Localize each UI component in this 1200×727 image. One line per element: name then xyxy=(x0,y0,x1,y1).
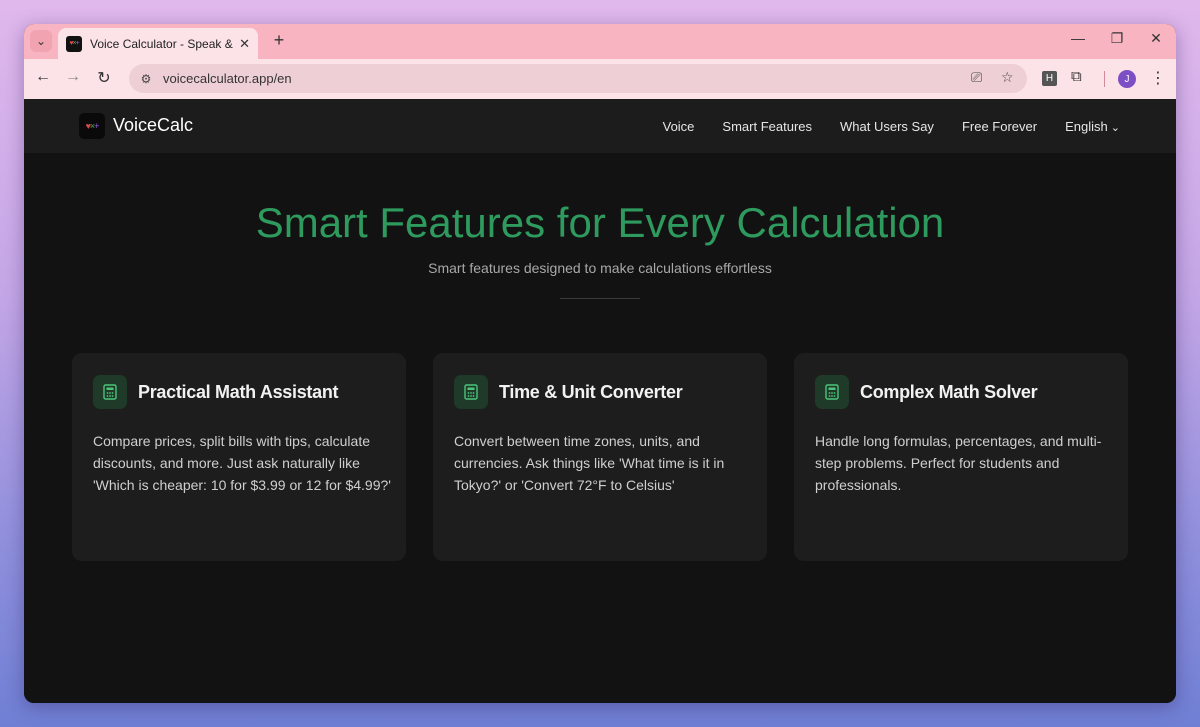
tab-strip: ⌄ ♥×+ Voice Calculator - Speak & Solve ✕… xyxy=(24,24,1176,59)
tab-close-icon[interactable]: ✕ xyxy=(239,36,250,52)
favicon-icon: ♥ × + xyxy=(66,35,82,52)
browser-window: ⌄ ♥×+ Voice Calculator - Speak & Solve ✕… xyxy=(24,24,1176,703)
extension-h-icon[interactable]: H xyxy=(1042,71,1057,86)
tab-title: Voice Calculator - Speak & Solve xyxy=(90,36,235,51)
logo-text[interactable]: VoiceCalc xyxy=(113,115,193,136)
site-info-icon[interactable]: ⚙ xyxy=(137,70,155,88)
back-button[interactable]: ← xyxy=(32,68,54,86)
feature-card: Time & Unit Converter Convert between ti… xyxy=(433,353,767,561)
site-header: ♥ × + VoiceCalc Voice Smart Features What … xyxy=(24,99,1176,153)
install-app-icon[interactable]: ⎚ xyxy=(971,69,982,86)
feature-card: Practical Math Assistant Compare prices,… xyxy=(72,353,406,561)
feature-cards: Practical Math Assistant Compare prices,… xyxy=(72,353,1128,561)
section-title: Smart Features for Every Calculation xyxy=(255,199,945,246)
card-description: Handle long formulas, percentages, and m… xyxy=(815,433,1102,493)
features-section: Smart Features for Every Calculation Sma… xyxy=(24,153,1176,703)
feature-card: Complex Math Solver Handle long formulas… xyxy=(794,353,1128,561)
nav-what-users-say[interactable]: What Users Say xyxy=(840,119,934,134)
toolbar-divider xyxy=(1104,71,1105,87)
browser-toolbar: ← → ↻ ⚙ voicecalculator.app/en ⎚ ☆ H ⧉ J… xyxy=(24,59,1176,99)
card-description: Compare prices, split bills with tips, c… xyxy=(93,433,391,493)
address-bar[interactable]: ⚙ voicecalculator.app/en ⎚ ☆ xyxy=(129,64,1027,93)
browser-menu-icon[interactable]: ⋮ xyxy=(1150,68,1166,88)
section-subtitle: Smart features designed to make calculat… xyxy=(428,260,772,276)
profile-avatar[interactable]: J xyxy=(1118,70,1136,88)
restore-button[interactable]: ❐ xyxy=(1103,30,1131,47)
forward-button[interactable]: → xyxy=(62,68,84,86)
card-description: Convert between time zones, units, and c… xyxy=(454,433,725,493)
nav-smart-features[interactable]: Smart Features xyxy=(722,119,812,134)
nav-voice[interactable]: Voice xyxy=(663,119,695,134)
url-text[interactable]: voicecalculator.app/en xyxy=(163,71,292,86)
new-tab-button[interactable]: + xyxy=(267,30,291,51)
calculator-icon xyxy=(93,375,127,409)
reload-button[interactable]: ↻ xyxy=(93,68,115,88)
bookmark-star-icon[interactable]: ☆ xyxy=(1001,69,1014,86)
calculator-icon xyxy=(454,375,488,409)
close-window-button[interactable]: ✕ xyxy=(1142,30,1170,47)
minimize-button[interactable]: — xyxy=(1064,30,1092,46)
card-title: Time & Unit Converter xyxy=(499,382,683,402)
nav-free-forever[interactable]: Free Forever xyxy=(962,119,1037,134)
card-title: Complex Math Solver xyxy=(860,382,1038,402)
main-nav: Voice Smart Features What Users Say Free… xyxy=(663,119,1120,134)
tab-active[interactable]: ♥×+ Voice Calculator - Speak & Solve ✕ xyxy=(58,28,258,59)
card-title: Practical Math Assistant xyxy=(138,382,339,402)
calculator-icon xyxy=(815,375,849,409)
logo-icon[interactable]: ♥ × + xyxy=(79,113,105,139)
title-divider xyxy=(560,298,640,299)
language-select[interactable]: English xyxy=(1065,119,1120,134)
tab-search-chevron-icon[interactable]: ⌄ xyxy=(30,30,52,52)
extensions-puzzle-icon[interactable]: ⧉ xyxy=(1071,68,1082,85)
